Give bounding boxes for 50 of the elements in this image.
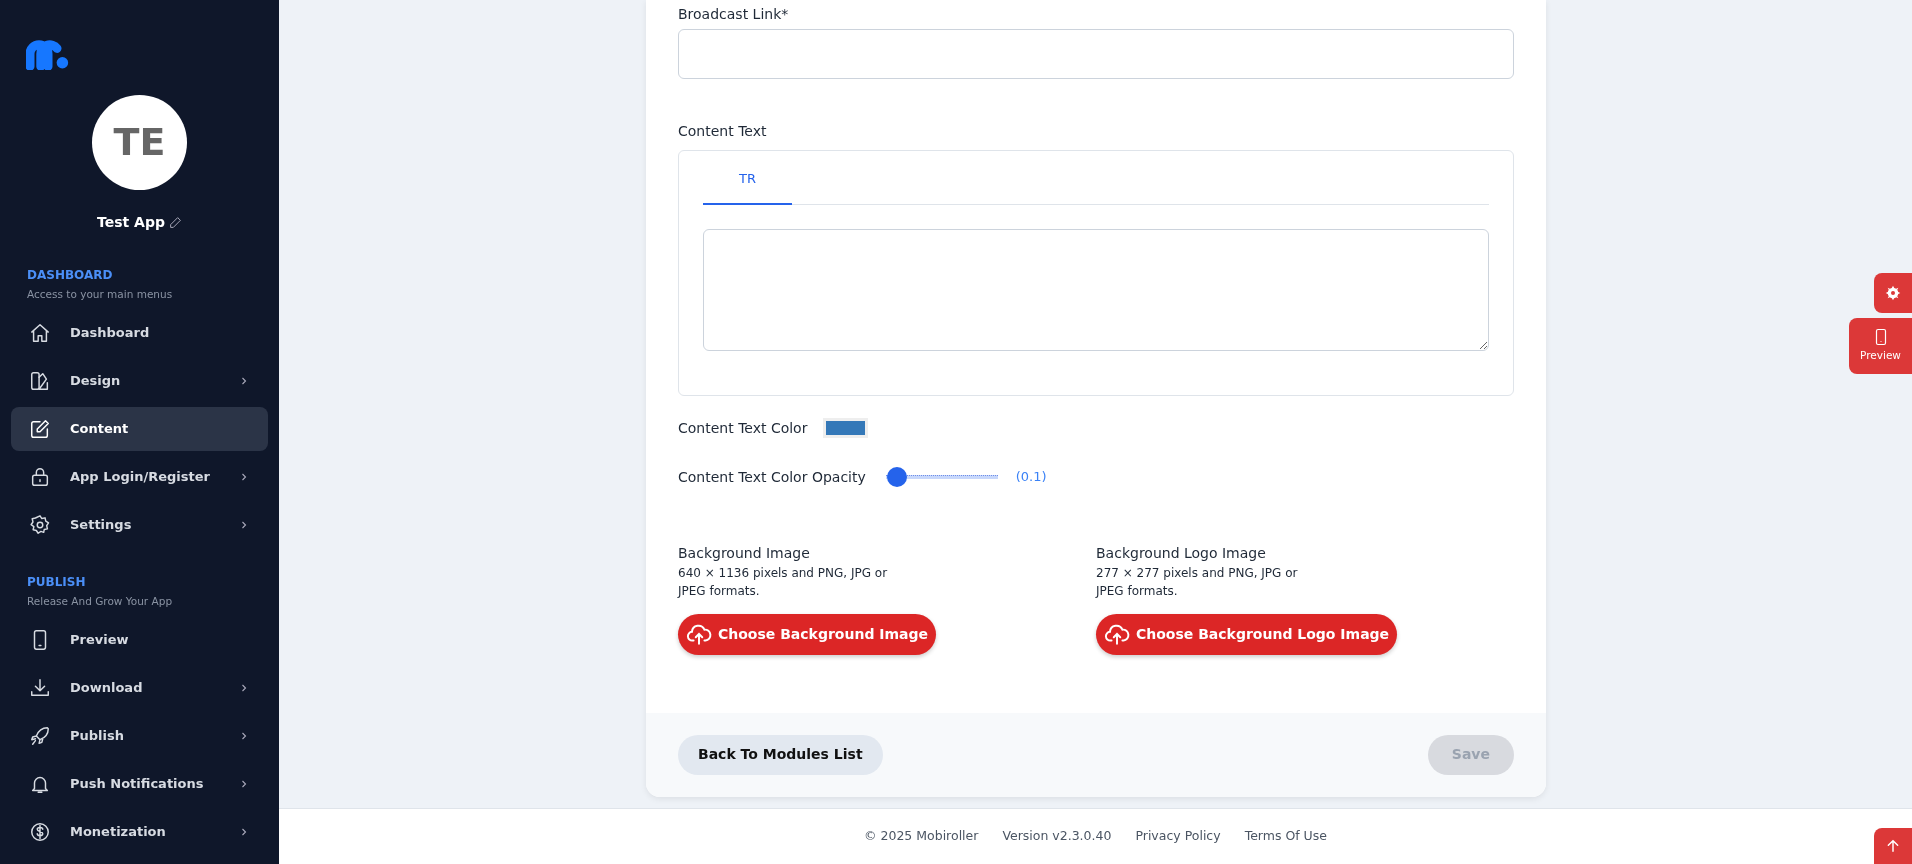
back-button[interactable]: Back To Modules List bbox=[678, 734, 883, 775]
edit-icon bbox=[29, 417, 51, 440]
footer-link[interactable]: Terms Of Use bbox=[1244, 827, 1327, 846]
sidebar-item[interactable]: Content bbox=[11, 406, 268, 451]
version-text: Version v2.3.0.40 bbox=[1002, 827, 1112, 846]
upload-title: Background Logo Image bbox=[1096, 543, 1267, 563]
lock-icon bbox=[29, 465, 51, 488]
opacity-value: (0.1) bbox=[1015, 468, 1047, 487]
sidebar-item[interactable]: Dashboard bbox=[11, 310, 268, 355]
language-tab[interactable]: TR bbox=[703, 157, 792, 205]
home-icon bbox=[29, 321, 51, 344]
field-label: Content Text Color Opacity bbox=[678, 467, 866, 487]
sidebar-item[interactable]: Design bbox=[11, 358, 268, 403]
section-subtitle: Access to your main menus bbox=[27, 287, 174, 302]
upload-button[interactable]: Choose Background Logo Image bbox=[1096, 613, 1398, 655]
sidebar-item[interactable]: Settings bbox=[11, 502, 268, 547]
arrow-up-icon bbox=[1885, 838, 1901, 854]
section-title: PUBLISH bbox=[27, 573, 87, 591]
slider-thumb[interactable] bbox=[886, 467, 907, 487]
settings-button[interactable] bbox=[1874, 273, 1912, 313]
settings-icon bbox=[29, 513, 51, 536]
upload-hint: 277 × 277 pixels and PNG, JPG or JPEG formats. bbox=[1096, 564, 1299, 600]
copyright-text: © 2025 Mobiroller bbox=[864, 827, 979, 846]
settings-icon bbox=[1885, 285, 1901, 301]
sidebar-item[interactable]: Preview bbox=[11, 617, 268, 662]
section-subtitle: Release And Grow Your App bbox=[27, 593, 174, 609]
dollar-icon bbox=[29, 820, 51, 843]
input-field[interactable] bbox=[678, 29, 1514, 79]
footer-link[interactable]: Privacy Policy bbox=[1135, 827, 1221, 846]
section-title: DASHBOARD bbox=[27, 267, 114, 284]
field-label: Content Text Color bbox=[678, 418, 808, 438]
sidebar-item[interactable]: Download bbox=[11, 665, 268, 710]
rocket-icon bbox=[29, 724, 51, 747]
sidebar-item[interactable]: App Login/Register bbox=[11, 454, 268, 499]
download-icon bbox=[29, 676, 51, 699]
opacity-slider[interactable] bbox=[885, 467, 998, 487]
upload-title: Background Image bbox=[678, 543, 811, 563]
sidebar-item[interactable]: Monetization bbox=[11, 809, 268, 854]
palette-icon bbox=[29, 369, 51, 392]
sidebar-item[interactable]: Publish bbox=[11, 713, 268, 758]
preview-button[interactable]: Preview bbox=[1849, 318, 1912, 374]
sidebar-item[interactable]: Push Notifications bbox=[11, 761, 268, 806]
scroll-top-button[interactable] bbox=[1874, 828, 1912, 864]
field-label: Content Text bbox=[678, 122, 768, 141]
upload-button[interactable]: Choose Background Image bbox=[678, 613, 937, 655]
app-name: Test App bbox=[97, 213, 165, 232]
pencil-icon bbox=[169, 216, 182, 229]
upload-hint: 640 × 1136 pixels and PNG, JPG or JPEG formats. bbox=[678, 564, 888, 600]
avatar: TE bbox=[92, 95, 187, 190]
field-label: Broadcast Link* bbox=[678, 5, 790, 24]
